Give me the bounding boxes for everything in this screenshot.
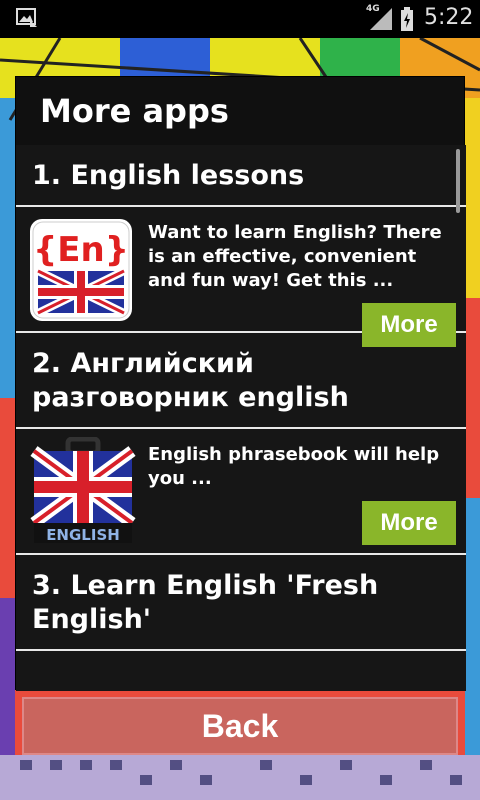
signal-icon — [366, 6, 396, 32]
scrollbar[interactable] — [456, 149, 460, 213]
icon-english-text: ENGLISH — [46, 526, 120, 544]
more-button-1[interactable]: More — [362, 303, 456, 347]
list-item[interactable]: {En} Want to learn English? There is an … — [16, 207, 466, 347]
app-description-1: Want to learn English? There is an effec… — [148, 222, 442, 291]
en-flag-icon: {En} — [30, 219, 132, 321]
battery-icon — [400, 6, 414, 32]
list-item[interactable]: ENGLISH English phrasebook will help you… — [16, 429, 466, 555]
more-button-2[interactable]: More — [362, 501, 456, 545]
suitcase-flag-icon: ENGLISH — [30, 436, 136, 544]
app-description-2: English phrasebook will help you ... — [148, 444, 440, 489]
app-title-1[interactable]: 1. English lessons — [16, 145, 466, 207]
dialog-title: More apps — [40, 92, 229, 130]
clock: 5:22 — [424, 5, 474, 30]
icon-en-text: {En} — [33, 230, 129, 270]
app-title-2[interactable]: 2. Английский разговорник english — [16, 333, 466, 429]
app-title-3[interactable]: 3. Learn English 'Fresh English' — [16, 555, 466, 651]
more-apps-dialog: More apps 1. English lessons {En} Want t… — [15, 76, 466, 691]
picture-notification-icon — [16, 8, 38, 28]
back-button[interactable]: Back — [22, 697, 458, 755]
apps-list[interactable]: 1. English lessons {En} Want to learn En… — [16, 145, 466, 691]
status-bar: 4G 5:22 — [0, 0, 480, 38]
